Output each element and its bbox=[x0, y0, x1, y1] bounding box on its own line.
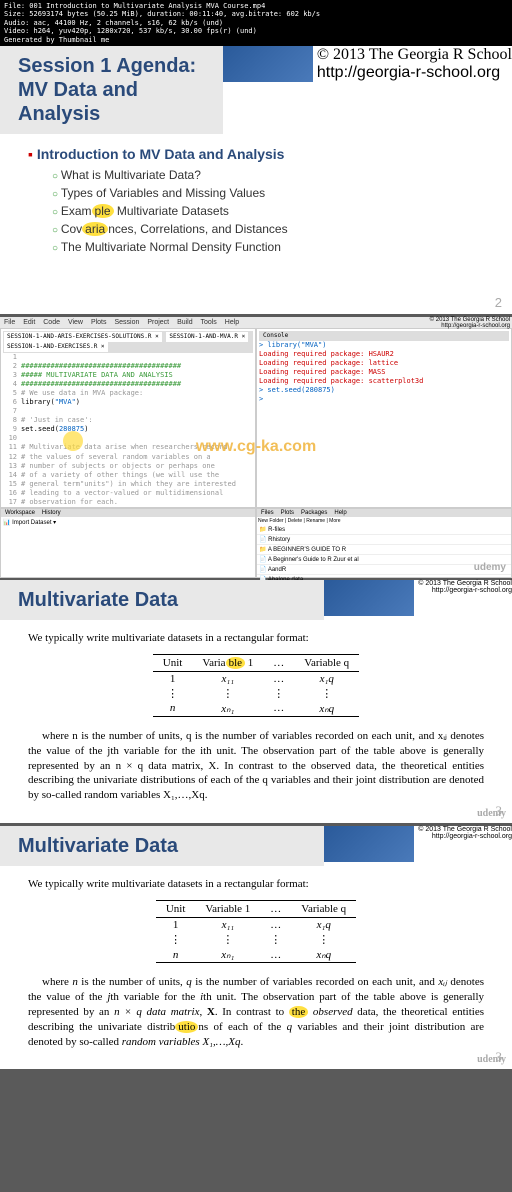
file-row[interactable]: 📁 A BEGINNER'S GUIDE TO R bbox=[257, 545, 511, 555]
menu-help[interactable]: Help bbox=[225, 319, 239, 326]
video-metadata: File: 001 Introduction to Multivariate A… bbox=[0, 0, 512, 46]
bullet-5: The Multivariate Normal Density Function bbox=[52, 240, 484, 254]
menu-project[interactable]: Project bbox=[147, 319, 169, 326]
udemy-logo: udemy bbox=[474, 562, 506, 573]
bullet-4: Covariances, Correlations, and Distances bbox=[52, 222, 484, 236]
menu-session[interactable]: Session bbox=[114, 319, 139, 326]
slide-title-line1: Session 1 Agenda: bbox=[18, 54, 205, 78]
rstudio-window: © 2013 The Georgia R Schoolhttp://georgi… bbox=[0, 317, 512, 577]
environment-pane[interactable]: WorkspaceHistory 📊 Import Dataset ▾ bbox=[0, 508, 256, 578]
menu-edit[interactable]: Edit bbox=[23, 319, 35, 326]
url: http://georgia-r-school.org bbox=[317, 64, 512, 82]
menu-build[interactable]: Build bbox=[177, 319, 193, 326]
header-image bbox=[223, 46, 313, 82]
page-number: 2 bbox=[495, 295, 502, 310]
file-row[interactable]: 📁 R-files bbox=[257, 525, 511, 535]
slide-multivariate-2: Multivariate Data © 2013 The Georgia R S… bbox=[0, 826, 512, 1069]
tab-3[interactable]: SESSION-1-AND-EXERCISES.R × bbox=[4, 342, 108, 352]
bullet-main: Introduction to MV Data and Analysis bbox=[28, 146, 484, 162]
slide-title-box: Session 1 Agenda: MV Data and Analysis bbox=[0, 46, 223, 134]
menu-view[interactable]: View bbox=[68, 319, 83, 326]
menu-tools[interactable]: Tools bbox=[200, 319, 216, 326]
tab-1[interactable]: SESSION-1-AND-ARIS-EXERCISES-SOLUTIONS.R… bbox=[4, 332, 162, 342]
data-matrix-table: UnitVariable 1…Variable q 1x₁₁…x₁q ⋮⋮⋮⋮ … bbox=[156, 900, 356, 963]
description: where n is the number of units, q is the… bbox=[28, 975, 484, 1049]
bullet-3: Example Multivariate Datasets bbox=[52, 204, 484, 218]
bullet-1: What is Multivariate Data? bbox=[52, 168, 484, 182]
highlight-cursor: ple bbox=[92, 204, 114, 218]
cursor-highlight bbox=[63, 431, 83, 451]
menu-file[interactable]: File bbox=[4, 319, 15, 326]
source-pane[interactable]: SESSION-1-AND-ARIS-EXERCISES-SOLUTIONS.R… bbox=[0, 328, 256, 508]
source-tabs[interactable]: SESSION-1-AND-ARIS-EXERCISES-SOLUTIONS.R… bbox=[3, 331, 253, 353]
description: where n is the number of units, q is the… bbox=[28, 729, 484, 803]
slide-multivariate-1: Multivariate Data © 2013 The Georgia R S… bbox=[0, 580, 512, 823]
copyright: © 2013 The Georgia R School bbox=[317, 46, 512, 64]
file-row[interactable]: 📄 Rhistory bbox=[257, 535, 511, 545]
slide-title-line2: MV Data and Analysis bbox=[18, 78, 205, 126]
tab-2[interactable]: SESSION-1-AND-MVA.R × bbox=[166, 332, 248, 342]
header-right: © 2013 The Georgia R School http://georg… bbox=[223, 46, 512, 82]
console-pane[interactable]: Console > library("MVA") Loading require… bbox=[256, 328, 512, 508]
data-matrix-table: UnitVariable 1…Variable q 1x₁₁…x₁q ⋮⋮⋮⋮ … bbox=[153, 654, 359, 717]
menu-code[interactable]: Code bbox=[43, 319, 60, 326]
bullet-2: Types of Variables and Missing Values bbox=[52, 186, 484, 200]
menu-plots[interactable]: Plots bbox=[91, 319, 107, 326]
slide-agenda: Session 1 Agenda: MV Data and Analysis ©… bbox=[0, 46, 512, 314]
